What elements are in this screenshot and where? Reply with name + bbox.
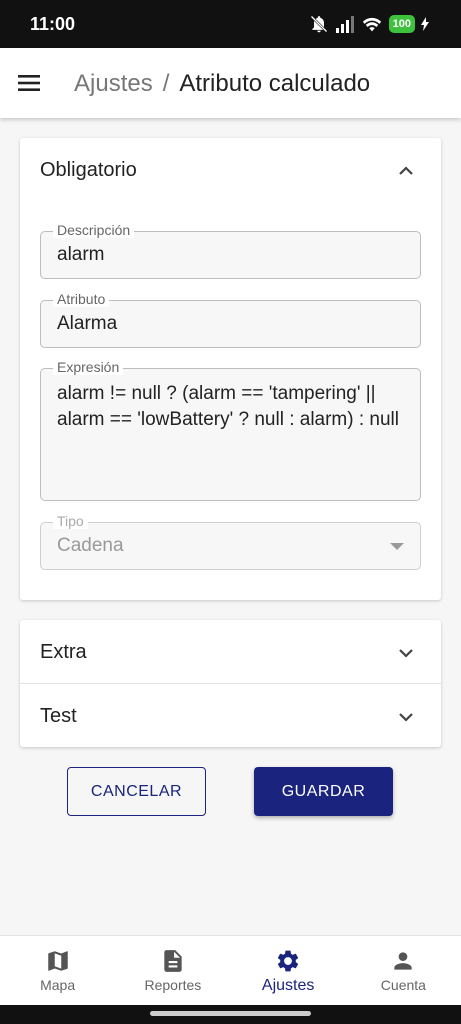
battery-indicator: 100 bbox=[388, 15, 415, 33]
breadcrumb-separator: / bbox=[162, 70, 170, 97]
type-value: Cadena bbox=[57, 535, 124, 556]
nav-label-account: Cuenta bbox=[380, 977, 426, 993]
charging-icon bbox=[421, 17, 429, 31]
nav-label-settings: Ajustes bbox=[261, 977, 315, 994]
page-title: Atributo calculado bbox=[179, 70, 371, 97]
map-icon bbox=[47, 951, 68, 971]
attribute-select[interactable]: Atributo Alarma bbox=[40, 291, 421, 348]
description-label: Descripción bbox=[53, 222, 135, 238]
description-field[interactable]: Descripción alarm bbox=[40, 222, 421, 279]
collapsed-sections-card: Extra Test bbox=[20, 620, 441, 747]
extra-section-header[interactable]: Extra bbox=[20, 620, 441, 684]
wifi-icon bbox=[362, 17, 381, 32]
bottom-navigation: Mapa Reportes Ajustes Cuenta bbox=[0, 935, 461, 1005]
document-icon bbox=[164, 950, 182, 972]
expression-textarea[interactable]: Expresión alarm != null ? (alarm == 'tam… bbox=[40, 359, 421, 501]
nav-label-reports: Reportes bbox=[144, 977, 202, 993]
chevron-up-icon bbox=[399, 166, 413, 175]
chevron-down-icon bbox=[399, 713, 413, 722]
expression-label: Expresión bbox=[53, 359, 124, 375]
type-select: Tipo Cadena bbox=[40, 513, 421, 570]
attribute-label: Atributo bbox=[53, 291, 110, 307]
status-icons: 100 bbox=[309, 14, 429, 34]
breadcrumb-parent[interactable]: Ajustes bbox=[74, 70, 153, 98]
description-value: alarm bbox=[57, 244, 105, 265]
status-time: 11:00 bbox=[30, 14, 76, 34]
chevron-down-icon bbox=[399, 649, 413, 658]
expression-value: alarm != null ? (alarm == 'tampering' ||… bbox=[57, 383, 399, 430]
nav-item-settings[interactable]: Ajustes bbox=[231, 936, 346, 1005]
dropdown-caret-icon bbox=[390, 543, 404, 550]
nav-item-map[interactable]: Mapa bbox=[0, 936, 115, 1005]
signal-icon bbox=[335, 16, 354, 33]
nav-item-account[interactable]: Cuenta bbox=[346, 936, 461, 1005]
breadcrumb: Ajustes / Atributo calculado bbox=[74, 70, 370, 98]
required-section-title: Obligatorio bbox=[40, 159, 137, 181]
gear-icon bbox=[278, 950, 299, 972]
nav-item-reports[interactable]: Reportes bbox=[115, 936, 230, 1005]
test-section-header[interactable]: Test bbox=[20, 684, 441, 748]
extra-section-title: Extra bbox=[40, 641, 87, 663]
bell-off-icon bbox=[310, 15, 328, 33]
nav-label-map: Mapa bbox=[40, 977, 76, 993]
type-label: Tipo bbox=[53, 513, 88, 529]
app-bar: Ajustes / Atributo calculado bbox=[0, 48, 461, 118]
required-section-header[interactable]: Obligatorio bbox=[20, 138, 441, 202]
save-button[interactable]: GUARDAR bbox=[254, 767, 393, 816]
hamburger-menu-icon bbox=[18, 75, 40, 91]
test-section-title: Test bbox=[40, 705, 77, 727]
status-bar: 11:00 100 bbox=[0, 0, 461, 48]
menu-button[interactable] bbox=[16, 70, 44, 96]
gesture-handle[interactable] bbox=[150, 1011, 311, 1016]
attribute-value: Alarma bbox=[57, 313, 118, 334]
required-section-card: Obligatorio Descripción alarm Atributo A… bbox=[20, 138, 441, 600]
gesture-bar bbox=[0, 1005, 461, 1024]
cancel-button[interactable]: CANCELAR bbox=[67, 767, 206, 816]
person-icon bbox=[394, 952, 413, 970]
